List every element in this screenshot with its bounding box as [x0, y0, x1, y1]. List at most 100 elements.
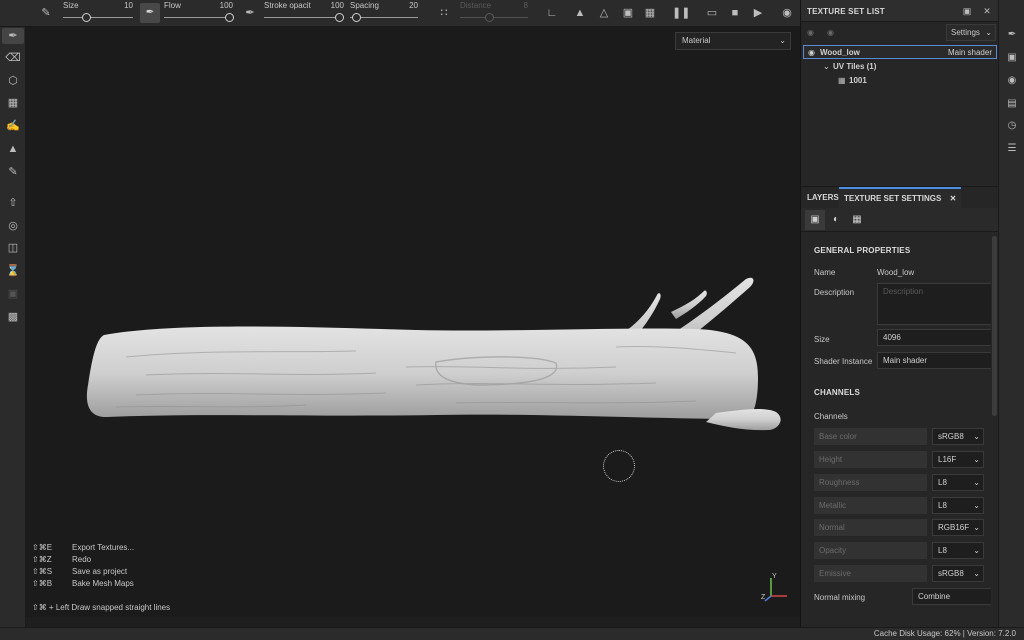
eye-icon[interactable]: ◉	[808, 46, 815, 60]
3d-viewport[interactable]: Material ⌄ ⇧⌘E Export Textures... ⇧⌘Z Re…	[26, 27, 800, 617]
brush-cursor	[603, 450, 635, 482]
shortcut-key: ⇧⌘E	[32, 543, 53, 552]
channel-format-select[interactable]: L8 ⌄	[932, 497, 984, 514]
undock-icon[interactable]: ▣	[961, 5, 973, 17]
flow-slider-track[interactable]	[164, 17, 233, 18]
clone-stamp-icon[interactable]: ▲	[5, 141, 21, 157]
channel-row-roughness[interactable]: Roughness L8 ⌄	[814, 474, 984, 491]
projection-icon[interactable]: ⬡	[5, 73, 21, 89]
settings-dropdown[interactable]: Settings ⌄	[946, 24, 996, 41]
normal-mixing-select[interactable]: Combine	[912, 588, 991, 605]
texture-set-row[interactable]: ◉ Wood_low Main shader	[803, 45, 997, 59]
shader-icon[interactable]: ◐	[826, 210, 846, 230]
grid-icon: ▦	[838, 76, 846, 85]
frame-icon[interactable]: ▭	[704, 5, 720, 21]
description-field[interactable]: Description	[877, 283, 991, 325]
paint-brush-icon[interactable]: ✒	[2, 28, 24, 44]
size-slider[interactable]: Size 10	[63, 0, 133, 27]
clock-icon[interactable]: ◷	[1004, 118, 1020, 134]
wood-log-mesh[interactable]	[56, 267, 796, 467]
viewport-mode-select[interactable]: Material ⌄	[675, 32, 791, 50]
channel-row-base-color[interactable]: Base color sRGB8 ⌄	[814, 428, 984, 445]
close-icon[interactable]: ✕	[981, 5, 993, 17]
spacing-slider-knob[interactable]	[352, 13, 361, 22]
shader-instance-field[interactable]: Main shader	[877, 352, 991, 369]
tab-layers[interactable]: LAYERS	[802, 187, 844, 209]
channel-row-emissive[interactable]: Emissive sRGB8 ⌄	[814, 565, 984, 582]
channel-row-height[interactable]: Height L16F ⌄	[814, 451, 984, 468]
bake-icon[interactable]: ◎	[5, 218, 21, 234]
shortcut-redo: ⇧⌘Z Redo	[32, 555, 91, 564]
camera-icon[interactable]: ▶	[750, 5, 766, 21]
snap-icon[interactable]: ▣	[620, 5, 636, 21]
visibility-off-icon[interactable]: ◉	[807, 28, 814, 37]
flow-slider-knob[interactable]	[225, 13, 234, 22]
shortcut-action: Bake Mesh Maps	[72, 579, 134, 588]
pause-icon[interactable]: ❚❚	[672, 5, 690, 21]
texture-set-list-toolbar: ◉ ◉ Settings ⌄	[801, 22, 999, 44]
timer-icon: ⌛	[6, 265, 20, 277]
smudge-icon[interactable]: ✍	[5, 118, 21, 134]
geometry-mask-icon[interactable]: ▦	[5, 95, 21, 111]
environment-icon[interactable]: ◉	[1004, 73, 1020, 89]
brush-tip-icon[interactable]: ✒	[242, 5, 258, 21]
visibility-icon[interactable]: ◉	[827, 28, 834, 37]
distance-slider-value: 8	[523, 1, 528, 10]
stroke-opacity-slider[interactable]: Stroke opacit 100	[264, 0, 344, 27]
top-toolbar: ✎ Size 10 ✒ Flow 100 ✒ Stroke opacit 100…	[0, 0, 800, 27]
uv-icon[interactable]: ▦	[847, 210, 867, 230]
channel-row-metallic[interactable]: Metallic L8 ⌄	[814, 497, 984, 514]
mirror-icon[interactable]: △	[596, 5, 612, 21]
stroke-opacity-knob[interactable]	[335, 13, 344, 22]
display-settings-icon[interactable]: ▣	[1004, 50, 1020, 66]
chevron-down-icon: ⌄	[973, 501, 980, 510]
channel-format-select[interactable]: RGB16F ⌄	[932, 519, 984, 536]
channel-name: Base color	[814, 428, 927, 445]
export-icon[interactable]: ⇧	[5, 195, 21, 211]
screenshot-icon[interactable]: ◉	[779, 5, 795, 21]
distance-slider: Distance 8	[460, 0, 528, 27]
size-slider-track[interactable]	[63, 17, 133, 18]
uv-tile-row[interactable]: ▦ 1001	[803, 74, 997, 88]
texture-set-settings-icon[interactable]: ▣	[805, 210, 825, 230]
symmetry-icon[interactable]: ▲	[572, 5, 588, 21]
channel-format-value: sRGB8	[938, 569, 964, 578]
lazy-mouse-icon[interactable]: ✎	[38, 5, 54, 21]
chevron-down-icon[interactable]: ⌄	[823, 60, 830, 74]
flow-slider[interactable]: Flow 100	[164, 0, 234, 27]
uv-tiles-row[interactable]: ⌄ UV Tiles (1)	[803, 60, 997, 74]
color-picker-icon[interactable]: ✎	[5, 164, 21, 180]
close-icon[interactable]: ✕	[950, 194, 957, 203]
material-icon[interactable]: ◫	[5, 240, 21, 256]
name-label: Name	[814, 268, 836, 277]
shortcut-key: ⇧⌘ + Left	[32, 603, 70, 612]
right-panel: TEXTURE SET LIST ▣ ✕ ◉ ◉ Settings ⌄ ◉ Wo…	[800, 0, 999, 627]
size-field[interactable]: 4096	[877, 329, 991, 346]
chevron-down-icon: ⌄	[973, 569, 980, 578]
channel-format-select[interactable]: L8 ⌄	[932, 542, 984, 559]
channel-format-select[interactable]: L8 ⌄	[932, 474, 984, 491]
channel-format-select[interactable]: sRGB8 ⌄	[932, 565, 984, 582]
channel-format-select[interactable]: sRGB8 ⌄	[932, 428, 984, 445]
spacing-slider[interactable]: Spacing 20	[350, 0, 418, 27]
brush-stroke-icon[interactable]: ✒	[140, 3, 160, 23]
render-icon[interactable]: ▩	[5, 309, 21, 325]
properties-scrollbar[interactable]	[992, 236, 997, 416]
shelf-icon[interactable]: ▤	[1004, 96, 1020, 112]
stroke-opacity-track[interactable]	[264, 17, 344, 18]
channels-label: Channels	[814, 412, 848, 421]
shader-instance-label: Shader Instance	[814, 357, 873, 366]
channel-row-opacity[interactable]: Opacity L8 ⌄	[814, 542, 984, 559]
history-icon[interactable]: ✒	[1004, 27, 1020, 43]
channel-row-normal[interactable]: Normal RGB16F ⌄	[814, 519, 984, 536]
pattern-icon[interactable]: ∟	[544, 5, 560, 21]
settings-subtabs: ▣ ◐ ▦	[801, 208, 999, 232]
channel-format-select[interactable]: L16F ⌄	[932, 451, 984, 468]
eraser-icon[interactable]: ⌫	[5, 50, 21, 66]
cube-icon[interactable]: ■	[727, 5, 743, 21]
crop-icon[interactable]: ▦	[642, 5, 658, 21]
tab-texture-set-settings[interactable]: TEXTURE SET SETTINGS ✕	[839, 187, 962, 209]
size-slider-knob[interactable]	[82, 13, 91, 22]
log-icon[interactable]: ☰	[1004, 141, 1020, 157]
alignment-icon[interactable]: ∷	[436, 5, 452, 21]
